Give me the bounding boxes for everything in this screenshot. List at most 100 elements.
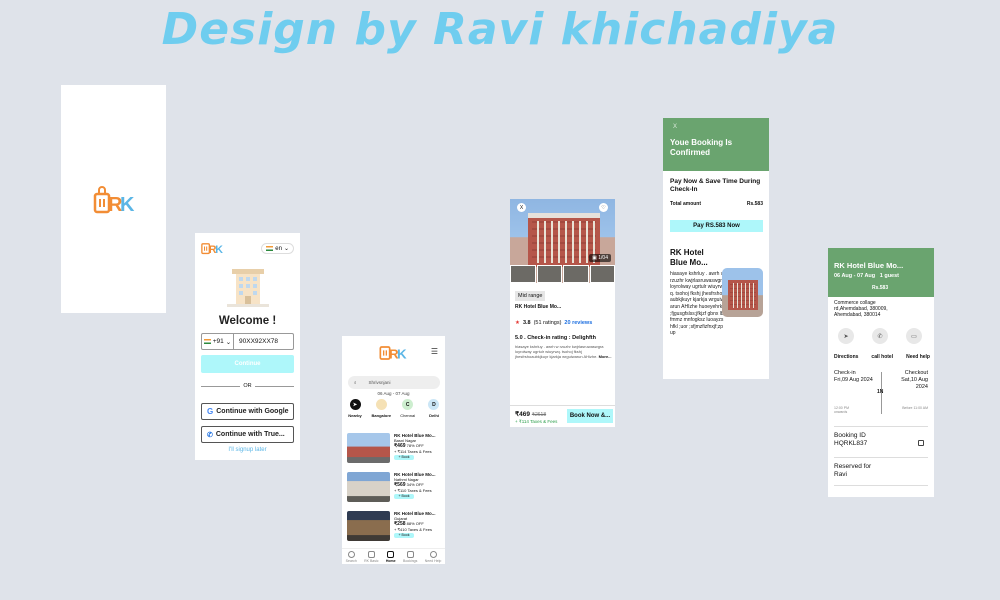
booking-id: HQRKL837	[834, 440, 868, 447]
rating-row: ★ 3.8 (51 ratings) 20 reviews	[515, 320, 592, 326]
india-flag-icon	[266, 246, 274, 251]
tab-rk-basic[interactable]: RK Basic	[364, 549, 379, 564]
tab-need-help[interactable]: Need Help	[425, 549, 441, 564]
directions-label[interactable]: Directions	[834, 354, 858, 360]
hotel-name: RK Hotel Blue Mo...	[515, 304, 562, 310]
divider	[834, 457, 928, 458]
category-row: ➤ Nearby Bangalore C Chennai D Delhi	[344, 399, 445, 418]
confirmation-header: X Youe Booking Is Confirmed	[663, 118, 769, 171]
hotel-card[interactable]: RK Hotel Blue Mo... Basni Nagar ₹469 78%…	[347, 433, 443, 467]
taxes-note: + ₹114 Taxes & Fees	[515, 419, 558, 424]
category-label: Bangalore	[371, 413, 392, 418]
confirmation-title: Youe Booking Is Confirmed	[670, 138, 733, 157]
hotel-name: RK Hotel Blue Mo...	[834, 261, 904, 270]
hotel-discount: 88% OFF	[406, 521, 424, 526]
booking-id-block: Booking ID HQRKL837	[834, 432, 867, 448]
tab-home[interactable]: Home	[386, 549, 396, 564]
bottom-tab-bar: Search RK Basic Home Bookings Need Help	[342, 548, 445, 564]
hotel-thumbnail	[722, 268, 763, 317]
need-help-label[interactable]: Need help	[906, 354, 930, 360]
heart-icon[interactable]: ♡	[599, 203, 608, 212]
stay-summary: 06 Aug - 07 Aug 1 guest	[834, 273, 900, 279]
svg-text:K: K	[215, 244, 223, 255]
reviews-link[interactable]: 20 reviews	[564, 320, 592, 326]
phone-number[interactable]: 90XX92XX78	[234, 338, 278, 345]
app-logo: R K	[92, 185, 136, 215]
reserved-block: Reserved for Ravi	[834, 463, 871, 479]
hotel-name: RK Hotel Blue Mo...	[670, 248, 708, 267]
booking-details-screen: RK Hotel Blue Mo... 06 Aug - 07 Aug 1 gu…	[828, 248, 934, 497]
svg-text:K: K	[120, 194, 135, 215]
hotel-illustration	[227, 269, 269, 307]
hotel-icon	[367, 551, 375, 558]
pay-now-button[interactable]: Pay RS.583 Now	[670, 220, 763, 232]
search-placeholder: Shrivsnjani	[368, 380, 391, 385]
total-value: Rs.583	[746, 201, 763, 207]
continue-button[interactable]: Continue	[201, 355, 294, 373]
login-screen: R K en ⌄ Welcome ! +91 ⌄ 90XX92XX78 Cont…	[195, 233, 300, 460]
search-bar[interactable]: ⌕ Shrivsnjani	[348, 376, 440, 389]
google-button[interactable]: G Continue with Google	[201, 403, 294, 420]
page-heading: Design by Ravi khichadiya	[161, 4, 839, 55]
menu-icon[interactable]: ☰	[431, 347, 438, 356]
directions-icon[interactable]: ➤	[838, 328, 854, 344]
action-icons: ➤ ✆ ▭	[834, 328, 930, 344]
action-labels: Directions call hotel Need help	[834, 354, 930, 360]
home-icon	[387, 551, 395, 558]
hotel-discount: 34% OFF	[406, 482, 424, 487]
divider	[834, 426, 928, 427]
book-button[interactable]: + Book	[394, 533, 414, 538]
more-link[interactable]: More...	[599, 354, 612, 359]
hotel-card[interactable]: RK Hotel Blue Mo... Nathmi Nagar ₹569 34…	[347, 472, 443, 506]
truecaller-button[interactable]: ✆ Continue with True...	[201, 426, 294, 443]
chevron-down-icon: ⌄	[225, 338, 232, 346]
india-flag-icon	[203, 339, 211, 344]
google-label: Continue with Google	[216, 408, 289, 415]
country-code-select[interactable]: +91 ⌄	[202, 334, 234, 349]
language-selector[interactable]: en ⌄	[261, 243, 294, 254]
category-bangalore[interactable]: Bangalore	[370, 399, 392, 418]
checkin-block: Check-in Fri,09 Aug 2024	[834, 370, 873, 383]
hotel-address: Commerce collage rd,Ahemdabad, 380009, A…	[834, 300, 888, 318]
category-chennai[interactable]: C Chennai	[397, 399, 419, 418]
call-hotel-label[interactable]: call hotel	[871, 354, 893, 360]
book-button[interactable]: + Book	[394, 494, 414, 499]
svg-text:K: K	[397, 346, 407, 361]
country-code: +91	[212, 338, 224, 345]
ratings-count: (51 ratings)	[533, 320, 562, 326]
chat-icon[interactable]: ▭	[906, 328, 922, 344]
compass-icon: ➤	[349, 399, 361, 410]
star-icon: ★	[515, 320, 520, 326]
book-now-button[interactable]: Book Now &...	[567, 409, 613, 423]
tab-search[interactable]: Search	[346, 549, 357, 564]
hotel-card[interactable]: RK Hotel Blue Mo... Gujarat ₹258 88% OFF…	[347, 511, 443, 545]
category-delhi[interactable]: D Delhi	[423, 399, 445, 418]
close-icon[interactable]: X	[673, 124, 677, 130]
category-nearby[interactable]: ➤ Nearby	[344, 399, 366, 418]
or-label: OR	[243, 383, 252, 389]
language-label: en	[275, 245, 282, 252]
category-badge: Mid range	[515, 291, 546, 301]
app-logo: R K	[200, 239, 224, 255]
category-label: Nearby	[348, 413, 362, 418]
hotel-details-screen: X ♡ ▣ 1/04 Mid range RK Hotel Blue Mo...…	[510, 199, 615, 427]
nights-count: 1N	[877, 389, 884, 395]
close-icon[interactable]: X	[517, 203, 526, 212]
signup-later-link[interactable]: I'll signup later	[195, 447, 300, 453]
hotel-image	[347, 472, 390, 502]
date-range[interactable]: 06 Aug - 07 Aug	[342, 391, 445, 396]
hotel-photo	[510, 199, 615, 283]
tab-bookings[interactable]: Bookings	[403, 549, 417, 564]
booking-footer: ₹469 ₹2618 + ₹114 Taxes & Fees Book Now …	[510, 405, 615, 427]
copy-icon[interactable]	[918, 440, 924, 446]
calendar-icon	[406, 551, 414, 558]
welcome-title: Welcome !	[218, 315, 277, 327]
hotel-taxes: + ₹110 Taxes & Fees	[394, 488, 432, 493]
phone-icon[interactable]: ✆	[872, 328, 888, 344]
divider	[834, 485, 928, 486]
category-label: Chennai	[400, 413, 416, 418]
or-divider: OR	[201, 383, 294, 389]
booking-header: RK Hotel Blue Mo... 06 Aug - 07 Aug 1 gu…	[828, 248, 934, 297]
book-button[interactable]: + Book	[394, 455, 414, 460]
phone-input[interactable]: +91 ⌄ 90XX92XX78	[201, 333, 294, 350]
